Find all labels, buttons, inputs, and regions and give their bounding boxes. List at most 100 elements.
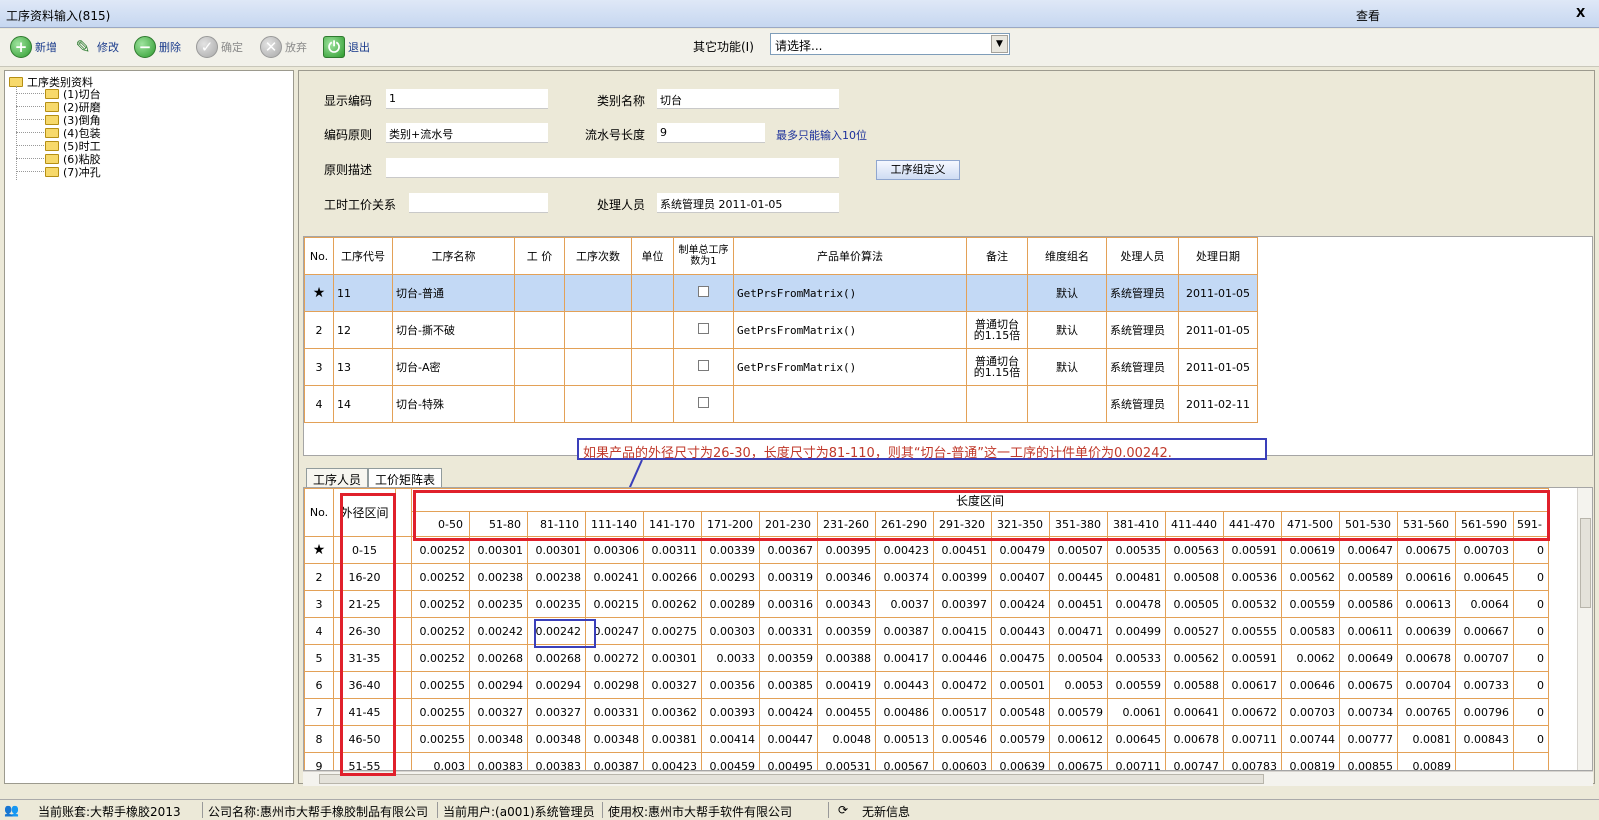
other-functions-select[interactable]: 请选择... ▼: [770, 33, 1010, 55]
price-cell[interactable]: 0.0053: [1049, 671, 1108, 699]
price-cell[interactable]: 0.00531: [817, 752, 876, 770]
column-header[interactable]: No.: [304, 237, 334, 275]
price-cell[interactable]: 0.00255: [411, 698, 470, 726]
price-cell[interactable]: 0.0061: [1107, 698, 1166, 726]
price-cell[interactable]: 0.00359: [759, 644, 818, 672]
column-header[interactable]: 工 价: [514, 237, 565, 275]
table-cell[interactable]: [673, 348, 734, 386]
price-cell[interactable]: 0.00611: [1339, 617, 1398, 645]
price-cell[interactable]: 0.00555: [1223, 617, 1282, 645]
delete-button[interactable]: − 删除: [134, 34, 181, 60]
price-cell[interactable]: 0.0033: [701, 644, 760, 672]
price-cell[interactable]: 0.00447: [759, 725, 818, 753]
checkbox[interactable]: [698, 323, 709, 334]
price-cell[interactable]: 0.00385: [759, 671, 818, 699]
table-cell[interactable]: [966, 274, 1028, 312]
price-cell[interactable]: 0.00393: [701, 698, 760, 726]
price-cell[interactable]: 0: [1513, 725, 1549, 753]
price-cell[interactable]: 0.00446: [933, 644, 992, 672]
price-cell[interactable]: 0.00303: [701, 617, 760, 645]
price-cell[interactable]: 0.00459: [701, 752, 760, 770]
price-cell[interactable]: 0.00711: [1223, 725, 1282, 753]
price-cell[interactable]: 0.003: [411, 752, 470, 770]
table-cell[interactable]: 系统管理员: [1106, 348, 1179, 386]
price-cell[interactable]: 0.0089: [1397, 752, 1456, 770]
price-cell[interactable]: 0.00451: [1049, 590, 1108, 618]
price-cell[interactable]: 0.00215: [585, 590, 644, 618]
table-cell[interactable]: [514, 385, 565, 423]
table-cell[interactable]: 2011-02-11: [1178, 385, 1258, 423]
table-row[interactable]: 3 13 切台-A密 GetPrsFromMatrix() 普通切台的1.15倍 默认 系统…: [304, 348, 1258, 386]
price-cell[interactable]: 0.00294: [527, 671, 586, 699]
chevron-down-icon[interactable]: ▼: [991, 35, 1008, 53]
display-code-field[interactable]: 1: [386, 89, 548, 109]
price-cell[interactable]: 0.00293: [701, 563, 760, 591]
table-cell[interactable]: [1027, 385, 1107, 423]
price-cell[interactable]: 0.00289: [701, 590, 760, 618]
price-cell[interactable]: 0.00298: [585, 671, 644, 699]
price-cell[interactable]: 0.00399: [933, 563, 992, 591]
price-cell[interactable]: 0: [1513, 590, 1549, 618]
price-cell[interactable]: 0.00387: [875, 617, 934, 645]
price-cell[interactable]: 0.00855: [1339, 752, 1398, 770]
table-cell[interactable]: 默认: [1027, 348, 1107, 386]
matrix-vertical-scrollbar[interactable]: [1577, 488, 1592, 770]
price-cell[interactable]: 0.00327: [469, 698, 528, 726]
price-cell[interactable]: 0.00235: [469, 590, 528, 618]
price-cell[interactable]: 0.00346: [817, 563, 876, 591]
price-cell[interactable]: 0.00641: [1165, 698, 1224, 726]
matrix-row[interactable]: 2 16-20 0.00252 0.00238 0.00238 0.00241 0.0026…: [304, 563, 1549, 591]
price-cell[interactable]: 0.00255: [411, 725, 470, 753]
price-cell[interactable]: 0.00415: [933, 617, 992, 645]
price-cell[interactable]: 0.00472: [933, 671, 992, 699]
price-cell[interactable]: 0.00703: [1281, 698, 1340, 726]
table-cell[interactable]: [514, 274, 565, 312]
table-cell[interactable]: [631, 385, 674, 423]
labor-relation-field[interactable]: [409, 193, 548, 213]
matrix-row[interactable]: 4 26-30 0.00252 0.00242 0.00242 0.00247 0.0027…: [304, 617, 1549, 645]
price-cell[interactable]: 0.00443: [875, 671, 934, 699]
price-cell[interactable]: 0.00546: [933, 725, 992, 753]
price-cell[interactable]: 0.00675: [1049, 752, 1108, 770]
table-cell[interactable]: 4: [304, 385, 334, 423]
price-cell[interactable]: 0.00711: [1107, 752, 1166, 770]
price-cell[interactable]: 0: [1513, 617, 1549, 645]
table-cell[interactable]: [673, 311, 734, 349]
serial-length-field[interactable]: 9: [657, 123, 765, 143]
price-cell[interactable]: 0.00252: [411, 644, 470, 672]
price-cell[interactable]: 0.00445: [1049, 563, 1108, 591]
table-cell[interactable]: 3: [304, 348, 334, 386]
price-cell[interactable]: 0.00704: [1397, 671, 1456, 699]
price-cell[interactable]: 0.00591: [1223, 644, 1282, 672]
matrix-row[interactable]: 7 41-45 0.00255 0.00327 0.00327 0.00331 0.0036…: [304, 698, 1549, 726]
table-cell[interactable]: 默认: [1027, 311, 1107, 349]
rule-desc-field[interactable]: [386, 158, 839, 178]
price-cell[interactable]: 0.00796: [1455, 698, 1514, 726]
price-cell[interactable]: 0.00348: [585, 725, 644, 753]
matrix-row[interactable]: 3 21-25 0.00252 0.00235 0.00235 0.00215 0.0026…: [304, 590, 1549, 618]
table-cell[interactable]: 切台-普通: [392, 274, 515, 312]
exit-button[interactable]: ⏻ 退出: [323, 34, 370, 60]
price-cell[interactable]: 0.00675: [1339, 671, 1398, 699]
price-cell[interactable]: 0.00532: [1223, 590, 1282, 618]
scroll-thumb[interactable]: [319, 774, 1264, 784]
price-cell[interactable]: 0.00612: [1049, 725, 1108, 753]
table-cell[interactable]: [514, 348, 565, 386]
checkbox[interactable]: [698, 286, 709, 297]
price-cell[interactable]: 0.00645: [1107, 725, 1166, 753]
price-cell[interactable]: 0.00388: [817, 644, 876, 672]
matrix-row[interactable]: 5 31-35 0.00252 0.00268 0.00268 0.00272 0.0030…: [304, 644, 1549, 672]
price-cell[interactable]: 0.00481: [1107, 563, 1166, 591]
price-cell[interactable]: 0.00238: [527, 563, 586, 591]
price-cell[interactable]: 0.00387: [585, 752, 644, 770]
table-cell[interactable]: 切台-特殊: [392, 385, 515, 423]
price-cell[interactable]: 0.00294: [469, 671, 528, 699]
price-cell[interactable]: 0.00348: [469, 725, 528, 753]
price-cell[interactable]: 0.00562: [1281, 563, 1340, 591]
table-cell[interactable]: 切台-撕不破: [392, 311, 515, 349]
close-button[interactable]: X: [1576, 6, 1585, 20]
price-cell[interactable]: 0.00362: [643, 698, 702, 726]
price-cell[interactable]: 0.00272: [585, 644, 644, 672]
price-cell[interactable]: 0.00579: [1049, 698, 1108, 726]
column-header[interactable]: 处理日期: [1178, 237, 1258, 275]
